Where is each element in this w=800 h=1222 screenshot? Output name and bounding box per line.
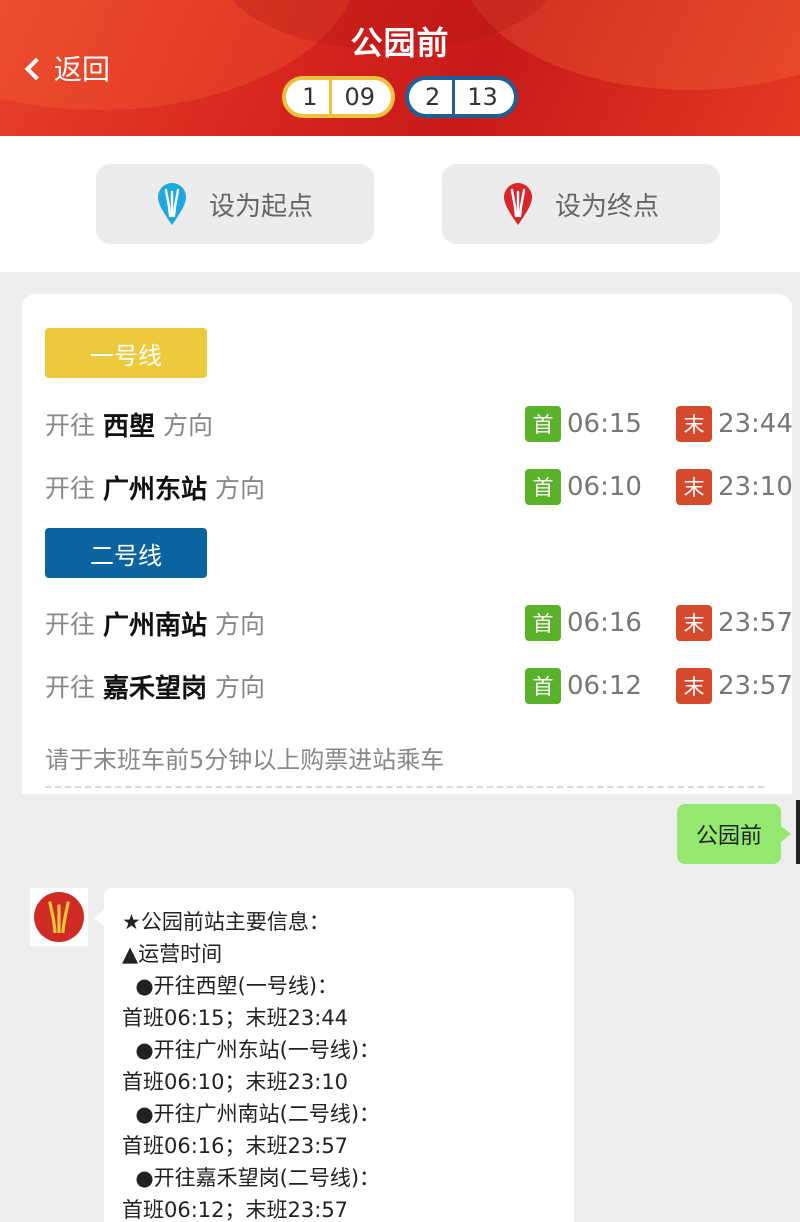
metro-pin-red-icon <box>503 182 533 226</box>
first-train-time: 06:12 <box>567 671 642 701</box>
service-times: 首 06:10 末 23:10 <box>525 469 793 505</box>
direction-suffix: 方向 <box>163 411 214 440</box>
direction-destination: 广州东站 <box>103 474 208 505</box>
message-line: ●开往西塱(一号线)： <box>122 974 339 998</box>
user-message-bubble[interactable]: 公园前 <box>677 804 791 864</box>
message-line: ▲运营时间 <box>122 942 223 966</box>
direction-row: 开往 广州东站 方向 首 06:10 末 23:10 <box>45 467 793 507</box>
message-line: 首班06:15；末班23:44 <box>122 1006 349 1030</box>
set-end-button[interactable]: 设为终点 <box>442 164 720 244</box>
line-1-tag: 一号线 <box>45 328 207 378</box>
service-times: 首 06:16 末 23:57 <box>525 605 793 641</box>
service-times: 首 06:12 末 23:57 <box>525 668 793 704</box>
page-title: 公园前 <box>350 24 450 62</box>
set-end-label: 设为终点 <box>554 191 659 222</box>
service-times: 首 06:15 末 23:44 <box>525 406 793 442</box>
direction-suffix: 方向 <box>215 610 266 639</box>
first-train-time: 06:10 <box>567 472 642 502</box>
direction-prefix: 开往 <box>45 411 96 440</box>
direction-suffix: 方向 <box>215 673 266 702</box>
direction-destination: 西塱 <box>103 411 156 442</box>
direction-destination: 广州南站 <box>103 610 208 641</box>
message-line: ★公园前站主要信息： <box>122 910 330 934</box>
direction-row: 开往 嘉禾望岗 方向 首 06:12 末 23:57 <box>45 666 793 706</box>
metro-logo-icon <box>34 892 84 942</box>
last-train-tag: 末 <box>675 469 712 505</box>
last-train-tag: 末 <box>675 605 712 641</box>
last-train-time: 23:57 <box>717 608 793 638</box>
line-2-tag: 二号线 <box>45 528 207 578</box>
line-2-badge: 2 13 <box>405 76 518 118</box>
set-start-button[interactable]: 设为起点 <box>96 164 374 244</box>
bot-message-bubble[interactable]: ★公园前站主要信息： ▲运营时间 ●开往西塱(一号线)： 首班06:15；末班2… <box>94 888 574 1222</box>
first-train-tag: 首 <box>525 605 561 641</box>
direction-destination: 嘉禾望岗 <box>103 673 208 704</box>
last-train-tag: 末 <box>675 406 712 442</box>
last-train-time: 23:44 <box>717 409 793 439</box>
ticket-notice: 请于末班车前5分钟以上购票进站乘车 <box>45 746 445 774</box>
message-line: ●开往嘉禾望岗(二号线)： <box>122 1166 381 1190</box>
route-actions: 设为起点 设为终点 <box>0 136 800 272</box>
first-train-time: 06:16 <box>567 608 642 638</box>
direction-prefix: 开往 <box>45 474 96 503</box>
station-header: 返回 公园前 1 09 2 13 <box>0 0 800 136</box>
direction-row: 开往 西塱 方向 首 06:15 末 23:44 <box>45 404 793 444</box>
station-code: 09 <box>329 80 391 114</box>
line-number: 1 <box>302 83 318 111</box>
timetable-card: 一号线 开往 西塱 方向 首 06:15 末 23:44 开往 广州东站 方向 … <box>22 294 793 794</box>
first-train-time: 06:15 <box>567 409 642 439</box>
divider <box>45 786 764 788</box>
first-train-tag: 首 <box>525 469 561 505</box>
direction-row: 开往 广州南站 方向 首 06:16 末 23:57 <box>45 603 793 643</box>
station-code: 13 <box>452 80 514 114</box>
direction-suffix: 方向 <box>215 474 266 503</box>
last-train-time: 23:57 <box>717 671 793 701</box>
direction-prefix: 开往 <box>45 673 96 702</box>
message-line: ●开往广州东站(一号线)： <box>122 1038 381 1062</box>
message-line: 首班06:12；末班23:57 <box>122 1198 349 1222</box>
first-train-tag: 首 <box>525 668 561 704</box>
message-line: 首班06:16；末班23:57 <box>122 1134 349 1158</box>
line-1-badge: 1 09 <box>282 76 395 118</box>
message-line: 首班06:10；末班23:10 <box>122 1070 349 1094</box>
avatar[interactable] <box>30 888 88 946</box>
line-badges: 1 09 2 13 <box>0 76 800 118</box>
last-train-tag: 末 <box>675 668 712 704</box>
metro-pin-blue-icon <box>157 182 187 226</box>
set-start-label: 设为起点 <box>208 191 313 222</box>
message-line: ●开往广州南站(二号线)： <box>122 1102 381 1126</box>
first-train-tag: 首 <box>525 406 561 442</box>
line-number: 2 <box>425 83 441 111</box>
direction-prefix: 开往 <box>45 610 96 639</box>
last-train-time: 23:10 <box>717 472 793 502</box>
scroll-edge <box>796 800 800 864</box>
